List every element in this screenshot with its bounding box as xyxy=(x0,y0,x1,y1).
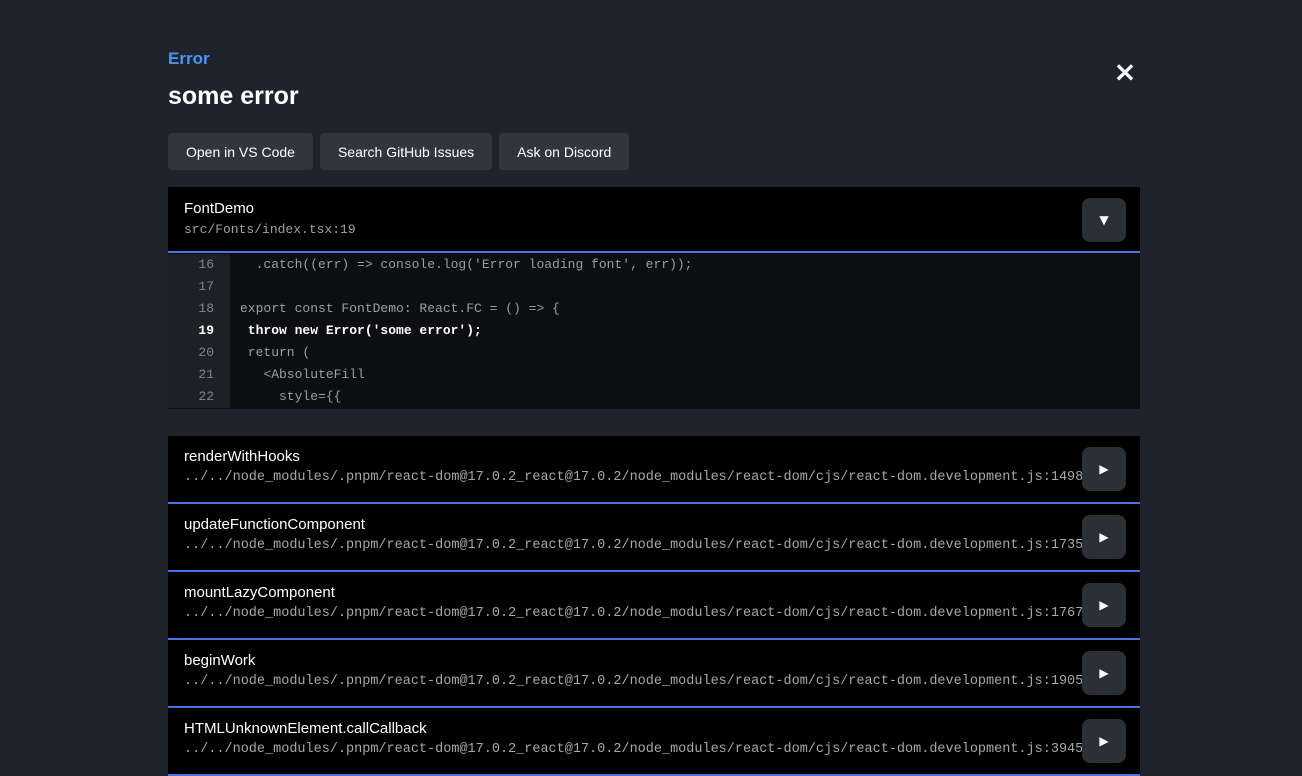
error-kind-label: Error xyxy=(168,49,1140,69)
code-line: 22 style={{ xyxy=(168,386,1140,408)
line-code: throw new Error('some error'); xyxy=(230,320,482,342)
code-snippet: 16 .catch((err) => console.log('Error lo… xyxy=(168,253,1140,409)
line-code: .catch((err) => console.log('Error loadi… xyxy=(230,254,692,276)
code-frame-header: FontDemo src/Fonts/index.tsx:19 ▼ xyxy=(168,187,1140,253)
code-line: 19 throw new Error('some error'); xyxy=(168,320,1140,342)
line-code: export const FontDemo: React.FC = () => … xyxy=(230,298,560,320)
stack-frame-item: mountLazyComponent ../../node_modules/.p… xyxy=(168,572,1140,640)
line-number: 20 xyxy=(168,342,230,364)
stack-frame-path: ../../node_modules/.pnpm/react-dom@17.0.… xyxy=(184,470,1124,485)
action-bar: Open in VS Code Search GitHub Issues Ask… xyxy=(168,133,1140,170)
play-icon: ▶ xyxy=(1099,599,1108,611)
code-line: 21 <AbsoluteFill xyxy=(168,364,1140,386)
stack-frame-function: beginWork xyxy=(184,652,1124,669)
collapse-frame-button[interactable]: ▼ xyxy=(1082,198,1126,242)
expand-frame-button[interactable]: ▶ xyxy=(1082,515,1126,559)
code-line: 20 return ( xyxy=(168,342,1140,364)
code-line: 16 .catch((err) => console.log('Error lo… xyxy=(168,254,1140,276)
expand-frame-button[interactable]: ▶ xyxy=(1082,719,1126,763)
line-number: 22 xyxy=(168,386,230,408)
play-icon: ▶ xyxy=(1099,531,1108,543)
error-message: some error xyxy=(168,82,1140,111)
stack-frame-function: mountLazyComponent xyxy=(184,584,1124,601)
play-icon: ▶ xyxy=(1099,735,1108,747)
stack-frame-path: ../../node_modules/.pnpm/react-dom@17.0.… xyxy=(184,674,1124,689)
stack-trace-list: renderWithHooks ../../node_modules/.pnpm… xyxy=(168,436,1140,776)
close-button[interactable]: × xyxy=(1108,55,1142,89)
line-code: <AbsoluteFill xyxy=(230,364,365,386)
code-line: 17 xyxy=(168,276,1140,298)
line-number: 16 xyxy=(168,254,230,276)
line-number: 17 xyxy=(168,276,230,298)
chevron-down-icon: ▼ xyxy=(1099,214,1108,226)
stack-frame-item: beginWork ../../node_modules/.pnpm/react… xyxy=(168,640,1140,708)
stack-frame-path: ../../node_modules/.pnpm/react-dom@17.0.… xyxy=(184,606,1124,621)
code-frame-card: FontDemo src/Fonts/index.tsx:19 ▼ 16 .ca… xyxy=(168,187,1140,409)
stack-frame-path: ../../node_modules/.pnpm/react-dom@17.0.… xyxy=(184,538,1124,553)
stack-frame-location: src/Fonts/index.tsx:19 xyxy=(184,222,1124,237)
stack-frame-function: renderWithHooks xyxy=(184,448,1124,465)
open-vscode-button[interactable]: Open in VS Code xyxy=(168,133,313,170)
line-number: 19 xyxy=(168,320,230,342)
expand-frame-button[interactable]: ▶ xyxy=(1082,447,1126,491)
line-code: return ( xyxy=(230,342,310,364)
close-icon: × xyxy=(1113,55,1136,88)
stack-frame-function: updateFunctionComponent xyxy=(184,516,1124,533)
play-icon: ▶ xyxy=(1099,463,1108,475)
stack-frame-function: HTMLUnknownElement.callCallback xyxy=(184,720,1124,737)
stack-frame-path: ../../node_modules/.pnpm/react-dom@17.0.… xyxy=(184,742,1124,757)
ask-discord-button[interactable]: Ask on Discord xyxy=(499,133,629,170)
line-number: 18 xyxy=(168,298,230,320)
stack-frame-item: renderWithHooks ../../node_modules/.pnpm… xyxy=(168,436,1140,504)
stack-frame-item: HTMLUnknownElement.callCallback ../../no… xyxy=(168,708,1140,776)
expand-frame-button[interactable]: ▶ xyxy=(1082,583,1126,627)
error-overlay: Error some error Open in VS Code Search … xyxy=(168,0,1140,776)
stack-frame-title: FontDemo xyxy=(184,200,1124,217)
line-number: 21 xyxy=(168,364,230,386)
code-line: 18 export const FontDemo: React.FC = () … xyxy=(168,298,1140,320)
search-github-issues-button[interactable]: Search GitHub Issues xyxy=(320,133,492,170)
line-code: style={{ xyxy=(230,386,341,408)
stack-frame-item: updateFunctionComponent ../../node_modul… xyxy=(168,504,1140,572)
play-icon: ▶ xyxy=(1099,667,1108,679)
expand-frame-button[interactable]: ▶ xyxy=(1082,651,1126,695)
